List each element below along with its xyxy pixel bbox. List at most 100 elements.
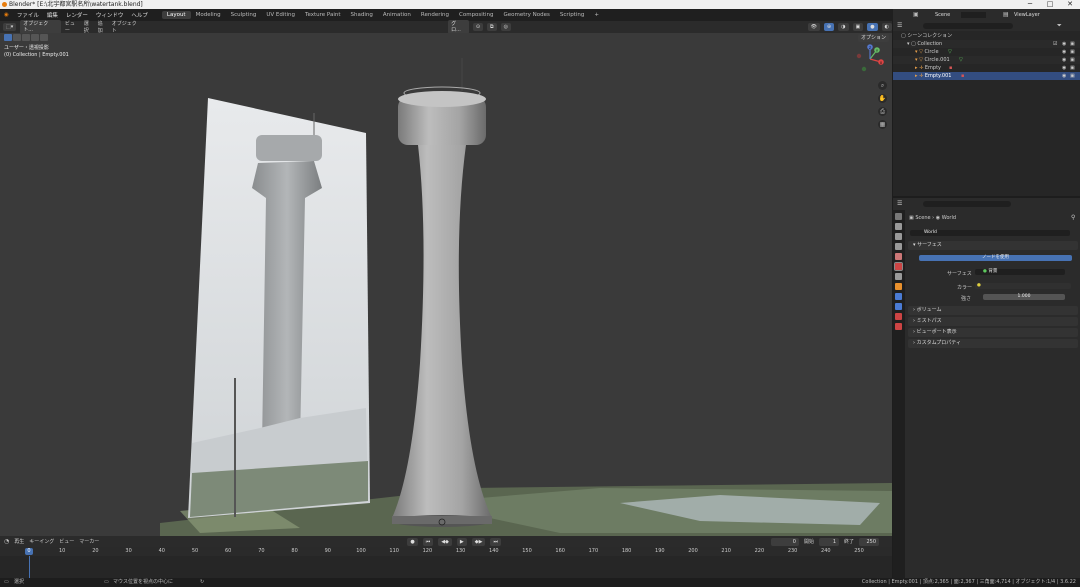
outliner-search-input[interactable] — [923, 23, 1013, 29]
menu-keying[interactable]: キーイング — [29, 538, 54, 545]
eye-icon[interactable]: ◉ — [1062, 64, 1066, 72]
transform-orientation-dropdown[interactable]: グロ... — [448, 20, 469, 34]
mist-pass-panel-header[interactable]: › ミストパス — [908, 317, 1078, 326]
surface-shader-field[interactable]: ● 背景 — [975, 269, 1065, 275]
xray-icon[interactable]: ▣ — [852, 23, 864, 31]
outliner-item-empty[interactable]: ▸ ✛ Empty ▪ ◉ ▣ — [893, 64, 1080, 72]
current-frame-field[interactable]: 0 — [770, 537, 799, 546]
outliner-item-circle[interactable]: ▾ ▽ Circle ▽ ◉ ▣ — [893, 48, 1080, 56]
menu-help[interactable]: ヘルプ — [127, 11, 152, 19]
outliner-scene-collection[interactable]: ▢ シーンコレクション — [893, 32, 1080, 40]
menu-object[interactable]: オブジェクト — [112, 20, 142, 34]
view-layer-tab-icon[interactable] — [895, 243, 902, 250]
constraints-tab-icon[interactable] — [895, 313, 902, 320]
eye-icon[interactable]: ◉ — [1062, 48, 1066, 56]
collection-tab-icon[interactable] — [895, 273, 902, 280]
volume-panel-header[interactable]: › ボリューム — [908, 306, 1078, 315]
options-dropdown[interactable]: オプション — [858, 34, 890, 42]
play-icon[interactable]: ▶ — [456, 537, 467, 546]
jump-start-icon[interactable]: ⏮ — [422, 537, 434, 546]
snap-icon[interactable]: ⧉ — [487, 23, 497, 31]
outliner-item-circle-001[interactable]: ▾ ▽ Circle.001 ▽ ◉ ▣ — [893, 56, 1080, 64]
select-mode-new-icon[interactable] — [13, 34, 21, 41]
custom-properties-panel-header[interactable]: › カスタムプロパティ — [908, 339, 1078, 348]
tab-geometry-nodes[interactable]: Geometry Nodes — [498, 11, 554, 19]
tab-animation[interactable]: Animation — [378, 11, 416, 19]
scene-name[interactable]: Scene — [935, 12, 950, 18]
close-icon[interactable]: ✕ — [1060, 0, 1080, 9]
tab-layout[interactable]: Layout — [161, 11, 191, 19]
tab-rendering[interactable]: Rendering — [416, 11, 454, 19]
eye-icon[interactable]: ◉ — [1062, 40, 1066, 48]
shading-solid-icon[interactable]: ● — [867, 23, 878, 31]
menu-select[interactable]: 選択 — [84, 20, 94, 34]
select-mode-invert-icon[interactable] — [40, 34, 48, 41]
camera-icon[interactable]: ▣ — [1070, 56, 1075, 64]
jump-end-icon[interactable]: ⏭ — [490, 537, 501, 546]
camera-icon[interactable]: ▣ — [1070, 72, 1075, 80]
render-tab-icon[interactable] — [895, 223, 902, 230]
overlay-toggle-icon[interactable]: ◑ — [838, 23, 849, 31]
color-field[interactable]: ● — [975, 283, 1071, 289]
menu-view[interactable]: ビュー — [65, 20, 80, 34]
viewlayer-icon[interactable]: ▤ — [1003, 11, 1009, 18]
pivot-point-icon[interactable]: ⊙ — [472, 23, 484, 31]
prev-keyframe-icon[interactable]: ◀◆ — [438, 537, 452, 546]
use-nodes-button[interactable]: ノードを使用 — [919, 255, 1072, 261]
eye-icon[interactable]: ◉ — [1062, 72, 1066, 80]
checkbox-icon[interactable]: ☑ — [1053, 40, 1057, 48]
menu-edit[interactable]: 編集 — [43, 11, 62, 19]
record-icon[interactable]: ● — [407, 537, 418, 546]
tab-modeling[interactable]: Modeling — [191, 11, 226, 19]
select-mode-extend-icon[interactable] — [22, 34, 30, 41]
3d-viewport[interactable] — [0, 33, 892, 536]
breadcrumb-scene[interactable]: Scene — [915, 215, 930, 221]
outliner-collection[interactable]: ▾ ▢ Collection ☑ ◉ ▣ — [893, 40, 1080, 48]
ortho-grid-icon[interactable]: ▦ — [878, 120, 887, 129]
menu-add[interactable]: 追加 — [98, 20, 108, 34]
mode-dropdown[interactable]: オブジェクト... — [20, 20, 61, 34]
world-tab-icon[interactable] — [894, 262, 903, 271]
viewport-display-panel-header[interactable]: › ビューポート表示 — [908, 328, 1078, 337]
tab-uv-editing[interactable]: UV Editing — [261, 11, 300, 19]
end-frame-field[interactable]: 250 — [859, 537, 880, 546]
camera-icon[interactable]: ▣ — [1070, 40, 1075, 48]
properties-search-input[interactable] — [923, 201, 1011, 207]
menu-file[interactable]: ファイル — [13, 11, 43, 19]
pan-hand-icon[interactable]: ✋ — [878, 94, 887, 103]
editor-type-button[interactable]: ⬚▾ — [3, 23, 17, 31]
select-tool-icon[interactable] — [4, 34, 12, 41]
next-keyframe-icon[interactable]: ◆▶ — [471, 537, 486, 546]
menu-timeline-view[interactable]: ビュー — [59, 538, 74, 545]
navigation-gizmo[interactable]: X Y Z — [855, 44, 885, 74]
viewlayer-name[interactable]: ViewLayer — [1014, 12, 1040, 18]
camera-icon[interactable]: ▣ — [1070, 48, 1075, 56]
blender-menu-icon[interactable]: ◉ — [0, 12, 13, 18]
modifier-tab-icon[interactable] — [895, 293, 902, 300]
eye-icon[interactable]: ◉ — [1062, 56, 1066, 64]
tab-texture-paint[interactable]: Texture Paint — [300, 11, 346, 19]
gizmo-toggle-icon[interactable]: ⊕ — [823, 23, 835, 31]
shading-material-icon[interactable]: ◐ — [881, 23, 892, 31]
zoom-icon[interactable]: ⌕ — [878, 81, 887, 90]
breadcrumb-world[interactable]: World — [942, 215, 956, 221]
timeline-editor-icon[interactable]: ◔ — [4, 538, 9, 545]
select-mode-subtract-icon[interactable] — [31, 34, 39, 41]
start-frame-field[interactable]: 1 — [819, 537, 839, 546]
menu-marker[interactable]: マーカー — [79, 538, 99, 545]
camera-view-icon[interactable]: ⎙ — [878, 107, 887, 116]
tab-compositing[interactable]: Compositing — [454, 11, 498, 19]
tab-shading[interactable]: Shading — [346, 11, 378, 19]
menu-playback[interactable]: 再生 — [14, 538, 24, 545]
add-workspace-button[interactable]: + — [589, 11, 604, 19]
scene-name-field[interactable] — [961, 12, 986, 18]
editor-type-icon[interactable]: ☰ — [897, 22, 902, 29]
strength-field[interactable]: 1.000 — [983, 294, 1065, 300]
properties-editor-icon[interactable]: ☰ — [897, 200, 902, 207]
menu-render[interactable]: レンダー — [62, 11, 92, 19]
camera-icon[interactable]: ▣ — [1070, 64, 1075, 72]
surface-panel-header[interactable]: ▾ サーフェス — [908, 241, 1078, 250]
proportional-edit-icon[interactable]: ◎ — [500, 23, 511, 31]
world-name-field[interactable]: World — [910, 230, 1070, 236]
scene-tab-icon[interactable] — [895, 253, 902, 260]
